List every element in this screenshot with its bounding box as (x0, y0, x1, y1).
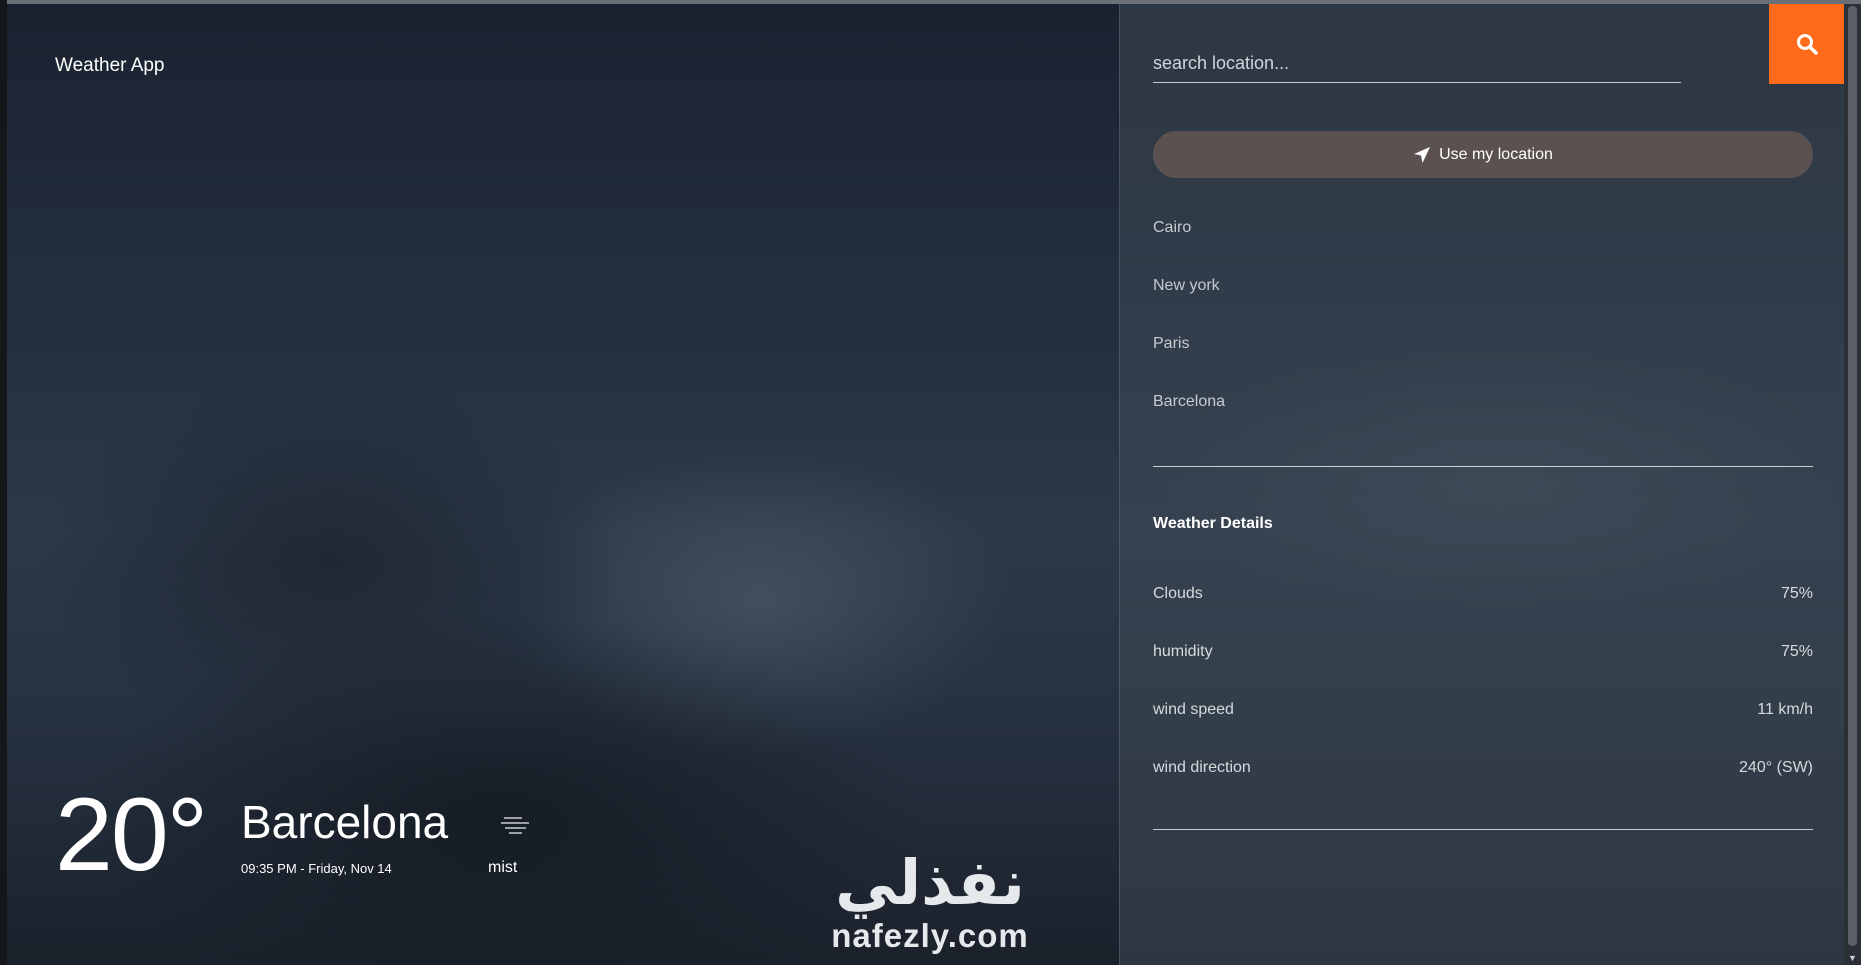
detail-label: wind speed (1153, 701, 1234, 718)
side-panel: Use my location Cairo New york Paris Bar… (1119, 4, 1845, 965)
details-divider (1153, 829, 1813, 830)
search-icon (1797, 34, 1818, 55)
current-datetime: 09:35 PM - Friday, Nov 14 (241, 861, 392, 876)
detail-value: 11 km/h (1757, 701, 1813, 718)
city-item-barcelona[interactable]: Barcelona (1153, 388, 1813, 446)
current-temperature: 20° (55, 777, 208, 893)
search-button[interactable] (1769, 4, 1845, 84)
window-left-edge (0, 0, 7, 965)
weather-details-title: Weather Details (1153, 515, 1273, 532)
watermark-latin: nafezly.com (831, 917, 1029, 954)
city-item-cairo[interactable]: Cairo (1153, 214, 1813, 272)
cities-divider (1153, 466, 1813, 467)
use-my-location-button[interactable]: Use my location (1153, 131, 1813, 178)
detail-row-wind-speed: wind speed 11 km/h (1153, 696, 1813, 754)
current-city: Barcelona (241, 796, 449, 848)
detail-row-wind-direction: wind direction 240° (SW) (1153, 754, 1813, 812)
city-item-paris[interactable]: Paris (1153, 330, 1813, 388)
saved-cities-list: Cairo New york Paris Barcelona (1153, 214, 1813, 446)
detail-value: 75% (1780, 585, 1813, 602)
location-arrow-icon (1414, 146, 1431, 163)
detail-row-humidity: humidity 75% (1153, 638, 1813, 696)
detail-value: 240° (SW) (1739, 759, 1813, 776)
use-my-location-label: Use my location (1439, 145, 1553, 163)
watermark-arabic: نفذلي (835, 846, 1025, 919)
detail-label: Clouds (1153, 585, 1203, 602)
city-item-new-york[interactable]: New york (1153, 272, 1813, 330)
app-brand[interactable]: Weather App (55, 55, 165, 77)
current-condition: mist (488, 859, 518, 876)
weather-page: Weather App 20° Barcelona 09:35 PM - Fri… (0, 0, 1861, 965)
detail-label: humidity (1153, 643, 1213, 660)
detail-label: wind direction (1153, 759, 1251, 776)
scroll-down-arrow-icon[interactable]: ▼ (1844, 952, 1861, 965)
detail-value: 75% (1780, 643, 1813, 660)
mist-icon (500, 814, 530, 836)
search-input[interactable] (1153, 44, 1681, 83)
scrollbar-thumb[interactable] (1848, 6, 1857, 946)
detail-row-clouds: Clouds 75% (1153, 580, 1813, 638)
weather-details-list: Clouds 75% humidity 75% wind speed 11 km… (1153, 580, 1813, 812)
page-scrollbar[interactable]: ▼ (1844, 4, 1861, 965)
watermark-logo: نفذلي nafezly.com (815, 848, 1045, 965)
